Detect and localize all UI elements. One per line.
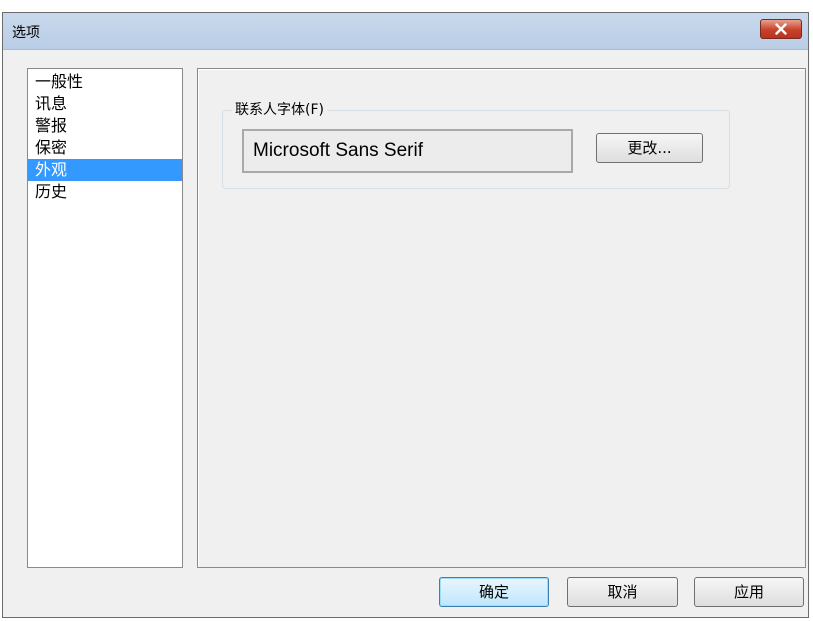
ok-button[interactable]: 确定	[439, 577, 549, 607]
category-list[interactable]: 一般性 讯息 警报 保密 外观 历史	[27, 68, 183, 568]
contact-font-label: 联系人字体(F)	[232, 99, 327, 119]
apply-button[interactable]: 应用	[694, 577, 804, 607]
change-font-button[interactable]: 更改...	[596, 133, 703, 163]
contact-font-field: Microsoft Sans Serif	[242, 129, 573, 173]
title-bar[interactable]: 选项	[3, 13, 808, 50]
close-button[interactable]	[760, 19, 802, 39]
contact-font-group: 联系人字体(F) Microsoft Sans Serif 更改...	[222, 99, 730, 189]
nav-item-general[interactable]: 一般性	[28, 71, 182, 93]
options-dialog: 选项 一般性 讯息 警报 保密 外观 历史 联系人字体(F) Microsoft…	[2, 12, 809, 618]
nav-item-messages[interactable]: 讯息	[28, 93, 182, 115]
nav-item-appearance[interactable]: 外观	[28, 159, 182, 181]
appearance-panel: 联系人字体(F) Microsoft Sans Serif 更改...	[197, 68, 806, 568]
nav-item-alerts[interactable]: 警报	[28, 115, 182, 137]
nav-item-history[interactable]: 历史	[28, 181, 182, 203]
nav-item-privacy[interactable]: 保密	[28, 137, 182, 159]
window-title: 选项	[12, 25, 40, 41]
close-icon	[775, 23, 787, 35]
cancel-button[interactable]: 取消	[567, 577, 678, 607]
